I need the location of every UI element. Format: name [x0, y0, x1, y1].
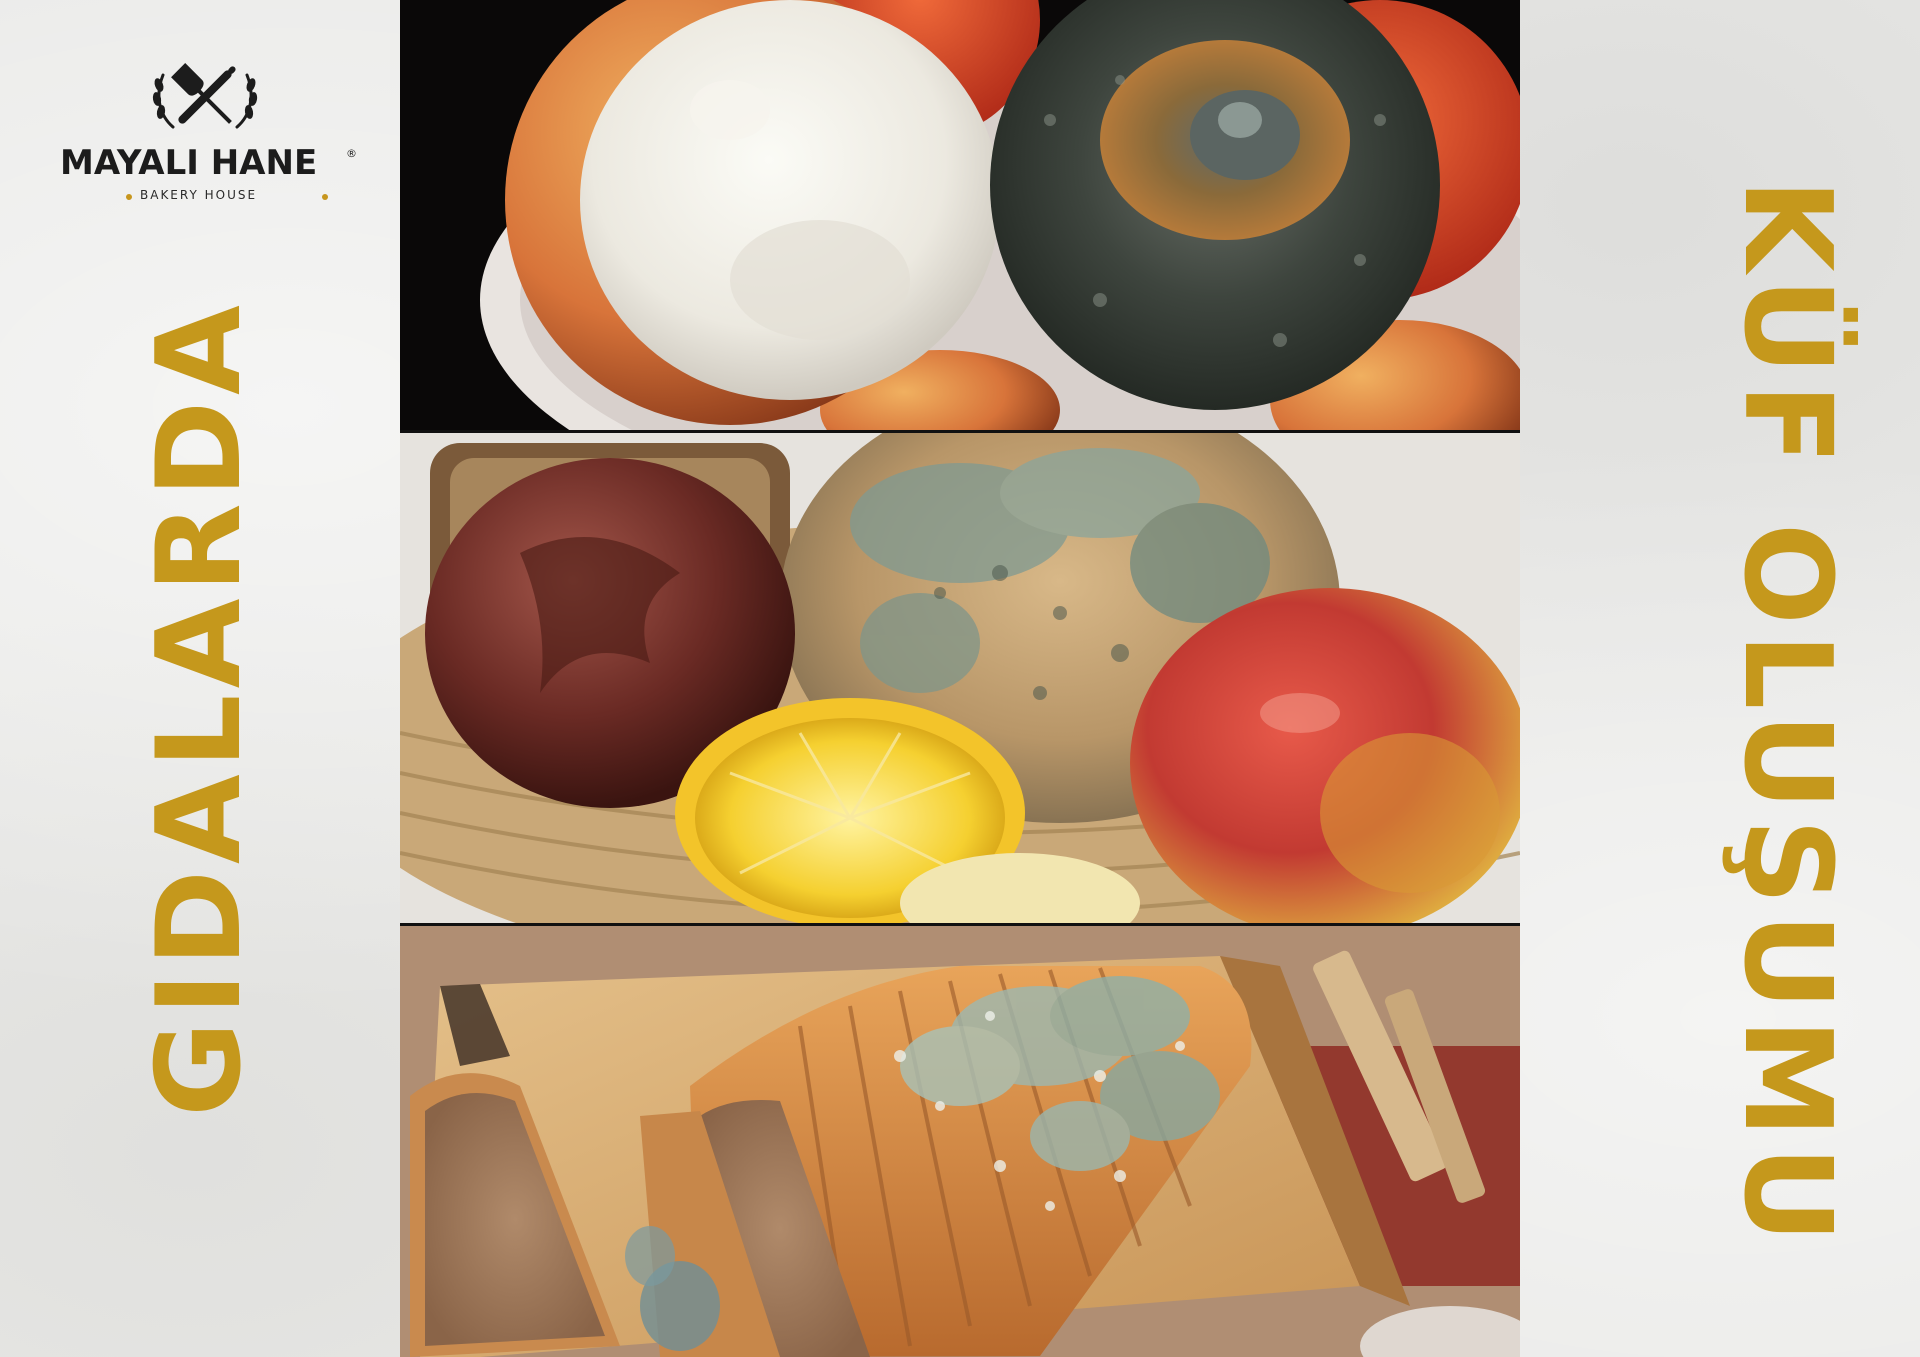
headline-right: KÜF OLUŞUMU	[1717, 178, 1856, 1252]
tagline-dot-right	[322, 194, 328, 200]
headline-left: GIDALARDA	[132, 299, 267, 1117]
brand-logo: MAYALI HANE ® BAKERY HOUSE	[60, 55, 357, 215]
registered-mark: ®	[346, 147, 357, 160]
bakery-tools-icon	[152, 63, 258, 129]
tagline-dot-left	[126, 194, 132, 200]
photo-column	[400, 0, 1520, 1357]
photo-moldy-sliced-bread	[400, 926, 1520, 1357]
brand-name: MAYALI HANE	[60, 143, 318, 183]
photo-moldy-peaches	[400, 0, 1520, 430]
photo-moldy-bread-basket	[400, 433, 1520, 923]
brand-tagline: BAKERY HOUSE	[140, 188, 258, 202]
